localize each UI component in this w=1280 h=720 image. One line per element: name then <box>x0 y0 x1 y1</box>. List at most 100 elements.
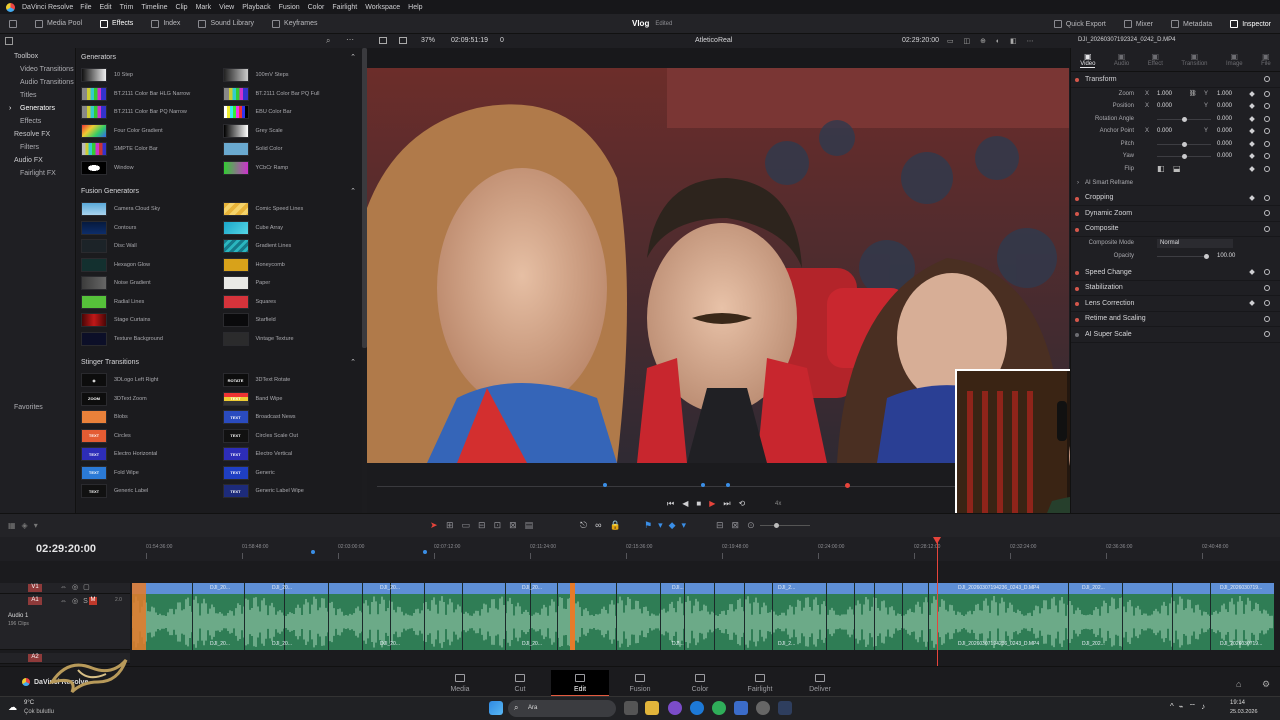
menu-view[interactable]: View <box>219 4 234 11</box>
effect-item[interactable]: TEXT Fold Wipe <box>81 464 217 483</box>
effect-item[interactable]: TEXT Generic Label Wipe <box>222 482 359 501</box>
param-slider[interactable] <box>1157 116 1211 122</box>
enabled-dot-icon[interactable] <box>1075 333 1079 337</box>
inspector-button[interactable]: Inspector <box>1221 14 1280 34</box>
timeline-marker-icon[interactable] <box>311 550 315 554</box>
param-y-value[interactable]: 0.000 <box>1217 103 1232 109</box>
param-x-value[interactable]: 0.000 <box>1157 103 1172 109</box>
app-icon[interactable] <box>756 701 770 715</box>
start-windows-icon[interactable] <box>489 701 503 715</box>
search-icon[interactable]: ⌕ <box>326 36 330 46</box>
enabled-dot-icon[interactable] <box>1075 212 1079 216</box>
flag-marker-icons[interactable]: ⚑▾◆▾ <box>644 520 692 531</box>
effect-item[interactable]: Window <box>81 159 217 178</box>
keyframe-icon[interactable] <box>1249 269 1255 275</box>
enabled-dot-icon[interactable] <box>1075 227 1079 232</box>
param-y-value[interactable]: 0.000 <box>1217 128 1232 134</box>
effect-item[interactable]: Vintage Texture <box>222 330 359 349</box>
enabled-dot-icon[interactable] <box>1075 271 1079 275</box>
page-edit[interactable]: Edit <box>551 670 609 697</box>
timeline-ruler[interactable]: 01:54:36:00 01:58:48:00 02:03:00:00 02:07:1… <box>132 537 1280 561</box>
menu-playback[interactable]: Playback <box>242 4 270 11</box>
effect-item[interactable]: Hexagon Glow <box>81 256 217 275</box>
inspector-tab-transition[interactable]: ▣ Transition <box>1181 52 1207 67</box>
menu-trim[interactable]: Trim <box>120 4 134 11</box>
composite-mode-select[interactable]: Normal <box>1157 239 1233 248</box>
effect-item[interactable]: Comic Speed Lines <box>222 200 359 219</box>
effect-item[interactable]: BT.2111 Color Bar PQ Narrow <box>81 103 217 122</box>
page-fairlight[interactable]: Fairlight <box>731 670 789 697</box>
effect-item[interactable]: BT.2111 Color Bar HLG Narrow <box>81 85 217 104</box>
track-header-v1[interactable]: V1 ⇔◎▢ <box>0 583 130 594</box>
page-media[interactable]: Media <box>431 670 489 697</box>
edge-browser-icon[interactable] <box>690 701 704 715</box>
param-x-value[interactable]: 1.000 <box>1157 91 1172 97</box>
tree-item-audio-fx[interactable]: Audio FX <box>0 154 75 167</box>
section-stabilization[interactable]: Stabilization <box>1071 281 1280 296</box>
generators-header[interactable]: Generators ⌃ <box>77 48 362 66</box>
keyframe-icon[interactable] <box>1249 140 1255 147</box>
video-track-clips[interactable]: DJI_20... DJI_20... DJI_20... DJI_20... DJI.… <box>132 583 1274 594</box>
effect-item[interactable]: Camera Cloud Sky <box>81 200 217 219</box>
zoom-slider[interactable] <box>760 523 810 528</box>
viewer-layout-icon[interactable] <box>379 37 387 44</box>
davinci-resolve-taskbar-icon[interactable] <box>778 701 792 715</box>
page-fusion[interactable]: Fusion <box>611 670 669 697</box>
metadata-button[interactable]: Metadata <box>1162 14 1221 34</box>
effect-item[interactable]: Noise Gradient <box>81 274 217 293</box>
transform-section[interactable]: Transform <box>1071 72 1280 88</box>
mute-icon[interactable]: M <box>89 597 97 605</box>
menu-mark[interactable]: Mark <box>196 4 212 11</box>
keyframe-icon[interactable] <box>1249 300 1255 306</box>
section-composite[interactable]: Composite <box>1071 222 1280 237</box>
reset-icon[interactable] <box>1264 128 1270 134</box>
enabled-dot-icon[interactable] <box>1075 78 1079 82</box>
tree-item-filters[interactable]: Filters <box>0 141 75 154</box>
taskbar-search[interactable]: ⌕ Ara <box>508 700 616 717</box>
effect-item[interactable]: TEXT Generic <box>222 464 359 483</box>
section-dynamic-zoom[interactable]: Dynamic Zoom <box>1071 206 1280 222</box>
effect-item[interactable]: TEXT Generic Label <box>81 482 217 501</box>
effect-item[interactable]: TEXT Electro Horizontal <box>81 445 217 464</box>
section-retime-and-scaling[interactable]: Retime and Scaling <box>1071 312 1280 327</box>
slider-knob[interactable] <box>1182 141 1187 147</box>
menu-edit[interactable]: Edit <box>100 4 112 11</box>
transport-controls[interactable]: ⏮◀■▶⏭⟲ <box>667 499 753 509</box>
viewer-zoom[interactable]: 37% <box>421 37 435 44</box>
whatsapp-icon[interactable] <box>712 701 726 715</box>
enabled-dot-icon[interactable] <box>1075 196 1079 201</box>
menu-color[interactable]: Color <box>308 4 325 11</box>
keyframe-icon[interactable] <box>1249 115 1255 122</box>
effect-item[interactable]: TEXT Broadcast News <box>222 408 359 427</box>
effect-item[interactable]: EBU Color Bar <box>222 103 359 122</box>
tree-item-generators[interactable]: Generators <box>0 102 75 115</box>
menu-clip[interactable]: Clip <box>176 4 188 11</box>
effect-item[interactable]: Starfield <box>222 311 359 330</box>
reset-icon[interactable] <box>1264 153 1270 159</box>
section-ai-super-scale[interactable]: AI Super Scale <box>1071 327 1280 343</box>
timeline-marker-icon[interactable] <box>423 550 427 554</box>
page-deliver[interactable]: Deliver <box>791 670 849 697</box>
reset-icon[interactable] <box>1264 90 1270 97</box>
timeline-playhead[interactable] <box>933 537 941 667</box>
menu-help[interactable]: Help <box>408 4 422 11</box>
effect-item[interactable]: Contours <box>81 219 217 238</box>
opacity-slider-knob[interactable] <box>1204 253 1209 259</box>
reset-icon[interactable] <box>1264 269 1270 275</box>
effect-item[interactable]: Squares <box>222 293 359 312</box>
tree-item-resolve-fx[interactable]: Resolve FX <box>0 128 75 141</box>
playback-speed-icon[interactable]: 4x <box>775 501 781 507</box>
reset-icon[interactable] <box>1264 115 1270 122</box>
opacity-value[interactable]: 100.00 <box>1217 253 1235 259</box>
weather-temperature[interactable]: 9°C <box>24 700 34 706</box>
fusion-generators-header[interactable]: Fusion Generators ⌃ <box>77 182 362 200</box>
edit-tools-icons[interactable]: ⊞▭⊟⊡⊠▤ <box>446 520 541 531</box>
smart-reframe-section[interactable]: › AI Smart Reframe <box>1071 175 1280 191</box>
reset-icon[interactable] <box>1264 165 1270 172</box>
enabled-dot-icon[interactable] <box>1075 302 1079 306</box>
effect-item[interactable]: Grey Scale <box>222 122 359 141</box>
clock-time[interactable]: 19:14 <box>1230 700 1245 706</box>
reset-icon[interactable] <box>1264 194 1270 201</box>
menu-fusion[interactable]: Fusion <box>279 4 300 11</box>
effect-item[interactable]: 100mV Steps <box>222 66 359 85</box>
